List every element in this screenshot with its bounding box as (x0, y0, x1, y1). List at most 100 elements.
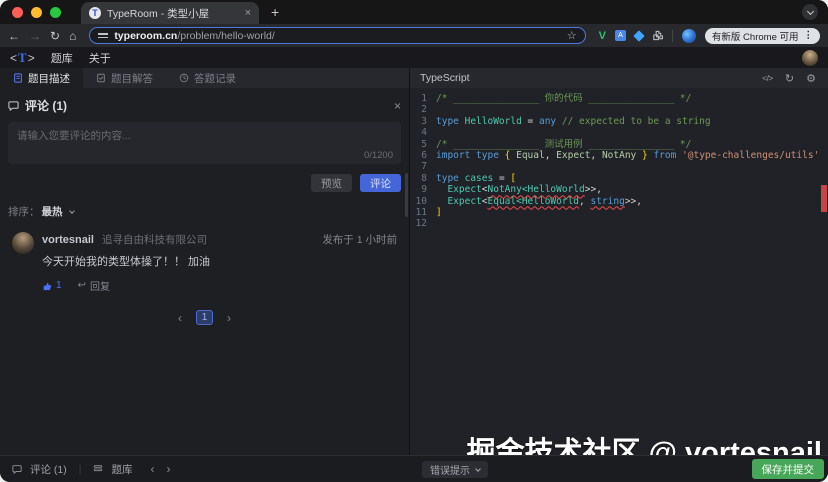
next-problem-icon[interactable]: › (166, 462, 170, 476)
comment-body: vortesnail 追寻自由科技有限公司 发布于 1 小时前 今天开始我的类型… (42, 232, 397, 293)
comment-input[interactable] (8, 122, 401, 164)
site-settings-icon[interactable] (98, 31, 108, 39)
back-button[interactable]: ← (8, 30, 20, 42)
pagination: ‹ 1 › (8, 310, 401, 325)
panel-tabs: 题目描述 题目解答 答题记录 (0, 68, 409, 88)
like-button[interactable]: 1 (42, 280, 62, 291)
list-icon (93, 464, 103, 474)
url-text[interactable]: typeroom.cn/problem/hello-world/ (114, 30, 560, 42)
statusbar-left: 评论 (1) | 题库 ‹ › (12, 462, 170, 477)
comment-content: 今天开始我的类型体操了！！ 加油 (42, 253, 397, 269)
code-lines: 1/* _______________ 你的代码 _______________… (410, 93, 828, 230)
new-tab-button[interactable]: + (271, 4, 279, 20)
editor-settings-icon[interactable]: ⚙ (806, 72, 816, 85)
extensions-puzzle-icon[interactable] (652, 30, 663, 41)
comment-time: 发布于 1 小时前 (322, 232, 397, 247)
status-bar: 评论 (1) | 题库 ‹ › 错误提示 保存并提交 (0, 455, 828, 482)
error-hint-label: 错误提示 (430, 462, 470, 477)
like-count: 1 (56, 280, 62, 291)
error-hint-button[interactable]: 错误提示 (422, 461, 488, 478)
commenter-org: 追寻自由科技有限公司 (102, 232, 207, 247)
browser-menu-icon[interactable]: ⋮ (804, 30, 814, 41)
statusbar-bank-button[interactable]: 题库 (111, 462, 132, 477)
editor-panel: TypeScript </> ↻ ⚙ 1/* _______________ 你… (410, 68, 828, 455)
commenter-avatar[interactable] (12, 232, 34, 254)
comment-input-wrap: 0/1200 (8, 122, 401, 164)
comments-drawer: 评论 (1) × 0/1200 预览 评论 排序： 最热 (0, 88, 409, 325)
bookmark-star-icon[interactable]: ☆ (567, 29, 577, 42)
sort-dropdown[interactable]: 最热 (42, 204, 63, 219)
prev-page-icon[interactable]: ‹ (178, 311, 182, 325)
maximize-window-button[interactable] (50, 7, 61, 18)
reload-button[interactable]: ↻ (50, 30, 60, 42)
thumbs-up-icon (42, 281, 52, 291)
problem-panel: 题目描述 题目解答 答题记录 评论 (1) × (0, 68, 410, 455)
tab-answer-records[interactable]: 答题记录 (166, 68, 249, 88)
tab-label: 题目解答 (111, 71, 153, 86)
chrome-update-button[interactable]: 有新版 Chrome 可用 ⋮ (705, 28, 820, 44)
browser-tab[interactable]: T TypeRoom - 类型小屋 × (81, 2, 259, 24)
chrome-update-label: 有新版 Chrome 可用 (712, 29, 799, 43)
prev-problem-icon[interactable]: ‹ (150, 462, 154, 476)
browser-toolbar: ← → ↻ ⌂ typeroom.cn/problem/hello-world/… (0, 24, 828, 47)
logo-letter: T (18, 50, 27, 66)
statusbar-divider: | (79, 463, 82, 475)
gem-extension-icon[interactable] (633, 30, 644, 41)
answer-icon (96, 73, 106, 83)
vue-devtools-icon[interactable]: V (599, 30, 606, 42)
minimize-window-button[interactable] (31, 7, 42, 18)
home-button[interactable]: ⌂ (69, 30, 76, 42)
format-code-icon[interactable]: </> (762, 73, 773, 83)
reset-code-icon[interactable]: ↻ (785, 72, 794, 85)
tab-problem-answer[interactable]: 题目解答 (83, 68, 166, 88)
reply-button[interactable]: ↩ 回复 (78, 278, 110, 293)
code-editor[interactable]: 1/* _______________ 你的代码 _______________… (410, 88, 828, 455)
panel-scrollbar[interactable] (405, 173, 408, 217)
save-submit-button[interactable]: 保存并提交 (752, 459, 825, 479)
next-page-icon[interactable]: › (227, 311, 231, 325)
address-bar[interactable]: typeroom.cn/problem/hello-world/ ☆ (89, 27, 585, 44)
nav-link-about[interactable]: 关于 (89, 50, 111, 66)
preview-button[interactable]: 预览 (311, 174, 352, 192)
user-avatar[interactable] (802, 50, 818, 66)
comment-action-row: 1 ↩ 回复 (42, 278, 397, 293)
editor-header: TypeScript </> ↻ ⚙ (410, 68, 828, 88)
reply-arrow-icon: ↩ (78, 280, 86, 291)
tab-close-icon[interactable]: × (245, 8, 251, 19)
browser-window: T TypeRoom - 类型小屋 × + ← → ↻ ⌂ typeroom.c… (0, 0, 828, 482)
page-number[interactable]: 1 (196, 310, 213, 325)
error-marker (821, 185, 827, 212)
comments-header: 评论 (1) × (8, 97, 401, 114)
tab-title: TypeRoom - 类型小屋 (107, 6, 239, 21)
chevron-down-icon (475, 466, 481, 472)
forward-button[interactable]: → (29, 30, 41, 42)
tab-search-button[interactable] (802, 4, 818, 20)
document-icon (13, 73, 23, 83)
comment-bubble-icon (8, 100, 19, 111)
problem-nav-arrows: ‹ › (150, 462, 170, 476)
translate-icon[interactable]: A (615, 30, 626, 41)
commenter-name[interactable]: vortesnail (42, 234, 94, 246)
toolbar-divider (672, 30, 673, 42)
sort-label: 排序： (8, 204, 40, 219)
editor-toolbar-icons: </> ↻ ⚙ (762, 72, 816, 85)
tab-label: 答题记录 (194, 71, 236, 86)
main-content: 题目描述 题目解答 答题记录 评论 (1) × (0, 68, 828, 455)
reply-label: 回复 (90, 278, 110, 293)
comment-meta: vortesnail 追寻自由科技有限公司 发布于 1 小时前 (42, 232, 397, 247)
site-navbar: <T> 题库 关于 (0, 47, 828, 68)
titlebar: T TypeRoom - 类型小屋 × + (0, 0, 828, 24)
tab-problem-description[interactable]: 题目描述 (0, 68, 83, 88)
comment-bubble-icon (12, 464, 22, 474)
submit-comment-button[interactable]: 评论 (360, 174, 401, 192)
statusbar-comments-button[interactable]: 评论 (1) (30, 462, 67, 477)
tab-label: 题目描述 (28, 71, 70, 86)
browser-profile-avatar[interactable] (682, 29, 696, 43)
close-window-button[interactable] (12, 7, 23, 18)
close-comments-icon[interactable]: × (394, 100, 401, 112)
nav-link-problem-bank[interactable]: 题库 (51, 50, 73, 66)
history-icon (179, 73, 189, 83)
site-logo[interactable]: <T> (10, 50, 35, 66)
comment-actions: 预览 评论 (8, 174, 401, 192)
extensions-area: V A 有新版 Chrome 可用 ⋮ (599, 28, 820, 44)
